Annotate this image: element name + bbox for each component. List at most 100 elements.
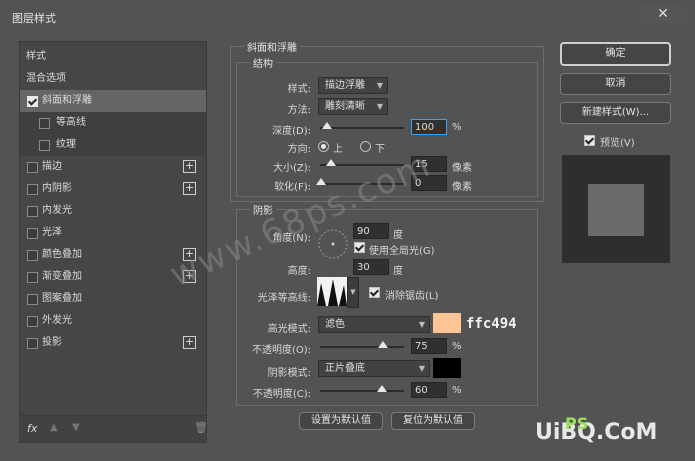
- style-list-item-label: 图案叠加: [42, 293, 82, 304]
- style-list-item-label: 样式: [26, 51, 46, 62]
- antialias-checkbox[interactable]: [369, 287, 380, 298]
- style-list-item-label: 内阴影: [42, 183, 72, 194]
- angle-unit: 度: [393, 230, 403, 241]
- style-list-item[interactable]: 纹理: [20, 134, 206, 156]
- altitude-input[interactable]: 30: [353, 259, 389, 275]
- window-title: 图层样式: [12, 12, 56, 25]
- add-effect-icon[interactable]: +: [183, 160, 196, 173]
- style-list-item[interactable]: 外发光: [20, 310, 206, 332]
- move-up-icon[interactable]: ▲: [50, 422, 58, 433]
- style-list-item[interactable]: 混合选项: [20, 68, 206, 90]
- angle-input[interactable]: 90: [353, 223, 389, 239]
- bevel-section-title: 斜面和浮雕: [244, 39, 300, 54]
- depth-input[interactable]: 100: [411, 119, 447, 135]
- style-list-item-label: 内发光: [42, 205, 72, 216]
- global-light-checkbox[interactable]: [354, 242, 365, 253]
- style-checkbox[interactable]: [27, 228, 38, 239]
- ok-button[interactable]: 确定: [560, 42, 671, 66]
- style-list-item[interactable]: 描边 +: [20, 156, 206, 178]
- style-list-item[interactable]: 内阴影 +: [20, 178, 206, 200]
- style-checkbox[interactable]: [27, 272, 38, 283]
- soften-label: 软化(F):: [274, 182, 311, 193]
- make-default-button[interactable]: 设置为默认值: [299, 412, 383, 430]
- gloss-contour-preview[interactable]: [317, 277, 347, 306]
- direction-down-radio[interactable]: [360, 141, 371, 152]
- style-list-item-label: 等高线: [56, 117, 86, 128]
- chevron-down-icon: ▼: [376, 81, 383, 90]
- style-checkbox[interactable]: [27, 184, 38, 195]
- depth-slider-thumb[interactable]: [321, 122, 332, 129]
- chevron-down-icon: ▼: [418, 364, 425, 373]
- highlight-opacity-thumb[interactable]: [378, 341, 388, 348]
- style-list-item[interactable]: 投影 +: [20, 332, 206, 354]
- title-bar: [0, 0, 695, 34]
- move-down-icon[interactable]: ▼: [72, 422, 80, 433]
- highlight-opacity-unit: %: [452, 341, 462, 352]
- soften-slider-thumb[interactable]: [316, 178, 326, 185]
- style-checkbox[interactable]: [27, 316, 38, 327]
- style-checkbox[interactable]: [27, 294, 38, 305]
- style-list-item-label: 斜面和浮雕: [42, 95, 92, 106]
- antialias-label: 消除锯齿(L): [385, 291, 439, 302]
- global-light-label: 使用全局光(G): [369, 246, 435, 257]
- style-list-item[interactable]: 样式: [20, 46, 206, 68]
- size-slider-thumb[interactable]: [326, 159, 336, 166]
- highlight-opacity-slider[interactable]: [320, 341, 404, 348]
- style-list-item-label: 颜色叠加: [42, 249, 82, 260]
- style-dropdown-value: 描边浮雕: [325, 80, 365, 91]
- style-list: 样式混合选项斜面和浮雕等高线纹理描边 + 内阴影 + 内发光光泽颜色叠加 + 渐变叠加 + 图案…: [19, 41, 207, 443]
- style-list-item[interactable]: 光泽: [20, 222, 206, 244]
- direction-up-radio[interactable]: [318, 141, 329, 152]
- altitude-label: 高度:: [287, 266, 311, 277]
- shadow-color-swatch[interactable]: [433, 358, 461, 378]
- highlight-mode-label: 高光模式:: [267, 324, 311, 335]
- trash-icon[interactable]: 🗑: [194, 421, 208, 434]
- structure-title: 结构: [250, 55, 276, 70]
- preview-label: 预览(V): [600, 138, 635, 149]
- shadow-opacity-input[interactable]: 60: [411, 382, 447, 398]
- highlight-mode-dropdown[interactable]: 滤色 ▼: [318, 316, 430, 333]
- shadow-mode-dropdown[interactable]: 正片叠底 ▼: [318, 360, 430, 377]
- style-list-toolbar: fx ▲ ▼ 🗑: [19, 415, 208, 442]
- chevron-down-icon[interactable]: ▼: [347, 277, 359, 308]
- preview-square: [588, 184, 644, 236]
- highlight-color-swatch[interactable]: [433, 313, 461, 333]
- style-checkbox[interactable]: [27, 250, 38, 261]
- add-effect-icon[interactable]: +: [183, 336, 196, 349]
- style-dropdown[interactable]: 描边浮雕 ▼: [318, 77, 388, 94]
- size-unit: 像素: [452, 163, 472, 174]
- style-checkbox[interactable]: [27, 162, 38, 173]
- shadow-mode-value: 正片叠底: [325, 363, 365, 374]
- style-checkbox[interactable]: [39, 140, 50, 151]
- cancel-button[interactable]: 取消: [560, 73, 671, 95]
- style-list-item-label: 渐变叠加: [42, 271, 82, 282]
- size-label: 大小(Z):: [272, 163, 311, 174]
- fx-button[interactable]: fx: [27, 422, 37, 435]
- new-style-button[interactable]: 新建样式(W)...: [560, 102, 671, 124]
- style-list-item-label: 投影: [42, 337, 62, 348]
- logo-ps: PS: [565, 414, 589, 433]
- highlight-opacity-input[interactable]: 75: [411, 338, 447, 354]
- shadow-opacity-thumb[interactable]: [377, 385, 388, 392]
- style-checkbox[interactable]: [27, 338, 38, 349]
- style-list-item-label: 纹理: [56, 139, 76, 150]
- close-button[interactable]: ✕: [640, 4, 686, 24]
- shadow-opacity-slider[interactable]: [320, 385, 404, 392]
- style-checkbox[interactable]: [27, 206, 38, 217]
- depth-slider[interactable]: [320, 122, 404, 129]
- style-list-item[interactable]: 内发光: [20, 200, 206, 222]
- add-effect-icon[interactable]: +: [183, 182, 196, 195]
- highlight-opacity-label: 不透明度(O):: [251, 345, 311, 356]
- logo-text: UiBQ.CoM: [535, 420, 658, 445]
- style-list-item-label: 混合选项: [26, 73, 66, 84]
- preview-checkbox[interactable]: [584, 135, 595, 146]
- method-dropdown[interactable]: 雕刻清晰 ▼: [318, 98, 388, 115]
- direction-label: 方向:: [287, 144, 311, 155]
- style-checkbox[interactable]: [39, 118, 50, 129]
- style-list-item[interactable]: 等高线: [20, 112, 206, 134]
- style-list-item[interactable]: 斜面和浮雕: [20, 90, 206, 112]
- chevron-down-icon: ▼: [418, 320, 425, 329]
- style-checkbox[interactable]: [27, 96, 38, 107]
- angle-dial-icon[interactable]: [317, 228, 349, 260]
- reset-default-button[interactable]: 复位为默认值: [391, 412, 475, 430]
